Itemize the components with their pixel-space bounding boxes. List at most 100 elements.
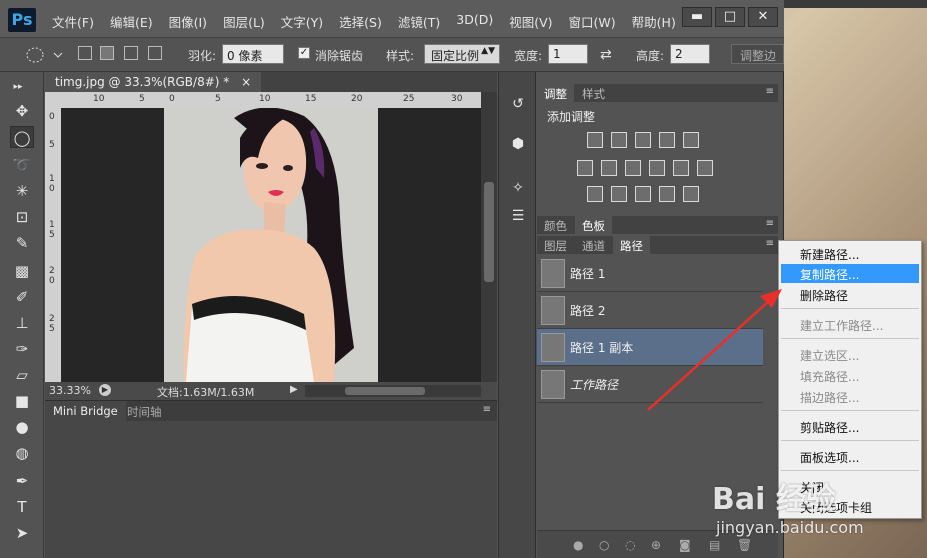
healing-brush-icon[interactable]: ▩ — [10, 260, 34, 282]
invert-icon[interactable] — [587, 186, 603, 202]
gradient-icon[interactable]: ■ — [10, 390, 34, 412]
curves-icon[interactable] — [635, 132, 651, 148]
info-icon[interactable]: ▶ — [99, 384, 111, 396]
color-balance-icon[interactable] — [601, 160, 617, 176]
history-brush-icon[interactable]: ✑ — [10, 338, 34, 360]
menu-new-path[interactable]: 新建路径... — [781, 244, 919, 263]
lasso-icon[interactable]: ➰ — [10, 154, 34, 176]
selective-color-icon[interactable] — [659, 186, 675, 202]
collapse-icon[interactable]: ▸▸ — [6, 76, 30, 98]
menu-view[interactable]: 视图(V) — [501, 12, 560, 31]
tab-timeline[interactable]: 时间轴 — [119, 401, 170, 421]
clone-stamp-icon[interactable]: ⊥ — [10, 312, 34, 334]
add-mask-icon[interactable]: ◙ — [679, 538, 691, 552]
status-arrow-icon[interactable]: ▶ — [290, 384, 298, 395]
antialias-checkbox[interactable]: ✓ — [298, 47, 310, 59]
menu-image[interactable]: 图像(I) — [161, 12, 215, 31]
document-tab[interactable]: timg.jpg @ 33.3%(RGB/8#) * × — [45, 72, 262, 92]
delete-path-icon[interactable]: 🗑 — [737, 538, 752, 552]
height-input[interactable]: 2 — [670, 44, 710, 64]
fill-path-icon[interactable]: ● — [573, 538, 583, 552]
properties-icon[interactable]: ☰ — [508, 206, 528, 226]
channel-mixer-icon[interactable] — [673, 160, 689, 176]
tab-close-icon[interactable]: × — [241, 75, 251, 89]
hue-saturation-icon[interactable] — [577, 160, 593, 176]
scroll-thumb[interactable] — [484, 182, 494, 282]
menu-select[interactable]: 选择(S) — [331, 12, 390, 31]
path-row[interactable]: 工作路径 — [537, 366, 763, 403]
path-row-selected[interactable]: 路径 1 副本 — [537, 329, 763, 366]
vibrance-icon[interactable] — [683, 132, 699, 148]
eraser-icon[interactable]: ▱ — [10, 364, 34, 386]
crop-icon[interactable]: ⊡ — [10, 206, 34, 228]
menu-help[interactable]: 帮助(H) — [624, 12, 684, 31]
eyedropper-icon[interactable]: ✎ — [10, 232, 34, 254]
maximize-button[interactable]: □ — [715, 7, 745, 27]
tab-paths[interactable]: 路径 — [613, 236, 650, 254]
menu-file[interactable]: 文件(F) — [44, 12, 102, 31]
tab-mini-bridge[interactable]: Mini Bridge — [45, 401, 126, 421]
refine-edge-button[interactable]: 调整边 — [731, 44, 784, 64]
blur-icon[interactable]: ● — [10, 416, 34, 438]
brightness-icon[interactable] — [587, 132, 603, 148]
dodge-icon[interactable]: ◍ — [10, 442, 34, 464]
width-input[interactable]: 1 — [548, 44, 588, 64]
3d-icon[interactable]: ⬢ — [508, 134, 528, 154]
threshold-icon[interactable] — [635, 186, 651, 202]
tab-layers[interactable]: 图层 — [537, 236, 574, 254]
marquee-preset-icon[interactable] — [24, 46, 64, 64]
color-lookup-icon[interactable] — [697, 160, 713, 176]
type-tool-icon[interactable]: T — [10, 496, 34, 518]
panel-menu-icon[interactable]: ≡ — [483, 404, 491, 415]
menu-clipping-path[interactable]: 剪贴路径... — [781, 417, 919, 436]
tab-channels[interactable]: 通道 — [575, 236, 612, 254]
panel-menu-icon[interactable]: ≡ — [766, 218, 774, 229]
vertical-scrollbar[interactable] — [481, 92, 497, 382]
new-selection-icon[interactable] — [78, 46, 92, 60]
minimize-button[interactable]: ▬ — [682, 7, 712, 27]
tab-adjustments[interactable]: 调整 — [537, 84, 574, 102]
path-select-icon[interactable]: ➤ — [10, 522, 34, 544]
menu-stroke-path[interactable]: 描边路径... — [781, 387, 919, 406]
feather-input[interactable]: 0 像素 — [222, 44, 284, 64]
pen-icon[interactable]: ✒ — [10, 470, 34, 492]
brush-preset-icon[interactable]: ✧ — [508, 178, 528, 198]
menu-layer[interactable]: 图层(L) — [215, 12, 273, 31]
tab-swatches[interactable]: 色板 — [575, 216, 612, 234]
close-button[interactable]: ✕ — [748, 7, 778, 27]
menu-type[interactable]: 文字(Y) — [273, 12, 331, 31]
horizontal-scrollbar[interactable] — [305, 385, 481, 397]
intersect-selection-icon[interactable] — [148, 46, 162, 60]
history-icon[interactable]: ↺ — [508, 94, 528, 114]
menu-fill-path[interactable]: 填充路径... — [781, 366, 919, 385]
photo-filter-icon[interactable] — [649, 160, 665, 176]
exposure-icon[interactable] — [659, 132, 675, 148]
add-selection-icon[interactable] — [100, 46, 114, 60]
black-white-icon[interactable] — [625, 160, 641, 176]
elliptical-marquee-icon[interactable]: ◯ — [10, 126, 34, 148]
panel-menu-icon[interactable]: ≡ — [766, 86, 774, 97]
subtract-selection-icon[interactable] — [124, 46, 138, 60]
load-selection-icon[interactable]: ◌ — [625, 538, 635, 552]
tab-styles[interactable]: 样式 — [575, 84, 612, 102]
make-work-path-icon[interactable]: ⊕ — [651, 538, 661, 552]
panel-menu-icon[interactable]: ≡ — [766, 238, 774, 249]
canvas-area[interactable] — [61, 108, 481, 382]
tab-color[interactable]: 颜色 — [537, 216, 574, 234]
zoom-level[interactable]: 33.33% — [49, 384, 91, 397]
menu-3d[interactable]: 3D(D) — [448, 12, 501, 31]
menu-duplicate-path[interactable]: 复制路径... — [781, 264, 919, 283]
gradient-map-icon[interactable] — [683, 186, 699, 202]
scroll-thumb[interactable] — [345, 387, 425, 395]
move-tool-icon[interactable]: ✥ — [10, 100, 34, 122]
quick-select-icon[interactable]: ✳ — [10, 180, 34, 202]
menu-panel-options[interactable]: 面板选项... — [781, 447, 919, 466]
path-row[interactable]: 路径 2 — [537, 292, 763, 329]
levels-icon[interactable] — [611, 132, 627, 148]
swap-icon[interactable]: ⇄ — [600, 47, 612, 63]
menu-window[interactable]: 窗口(W) — [561, 12, 624, 31]
posterize-icon[interactable] — [611, 186, 627, 202]
menu-filter[interactable]: 滤镜(T) — [390, 12, 448, 31]
menu-delete-path[interactable]: 删除路径 — [781, 285, 919, 304]
brush-icon[interactable]: ✐ — [10, 286, 34, 308]
